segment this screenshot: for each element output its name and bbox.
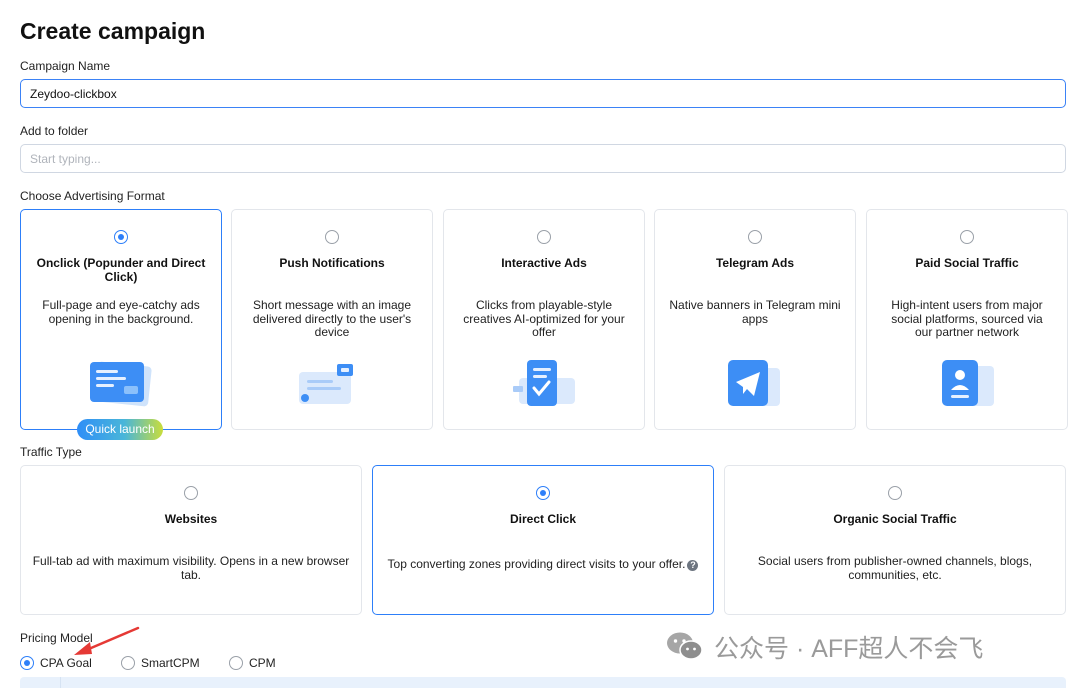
annotation-arrow-icon — [74, 626, 140, 655]
traffic-type-title: Organic Social Traffic — [833, 512, 957, 526]
quick-launch-badge: Quick launch — [77, 419, 163, 440]
pricing-radio-cpa-goal[interactable] — [20, 656, 34, 670]
interactive-checklist-icon — [513, 360, 575, 406]
ad-format-title: Paid Social Traffic — [915, 256, 1019, 270]
ad-format-title: Interactive Ads — [501, 256, 587, 270]
pricing-radio-cpm[interactable] — [229, 656, 243, 670]
ad-format-radio-telegram[interactable] — [748, 230, 762, 244]
social-profile-icon — [942, 360, 994, 406]
traffic-type-title: Direct Click — [509, 512, 577, 526]
ad-format-card-social[interactable]: Paid Social Traffic High-intent users fr… — [866, 209, 1068, 430]
pricing-option-cpm[interactable]: CPM — [229, 655, 289, 671]
traffic-type-description: Full-tab ad with maximum visibility. Ope… — [32, 554, 350, 582]
ad-format-radio-social[interactable] — [960, 230, 974, 244]
traffic-type-radio-direct-click[interactable] — [536, 486, 550, 500]
ad-format-title: Onclick (Popunder and Direct Click) — [36, 256, 206, 284]
ad-format-card-onclick[interactable]: Onclick (Popunder and Direct Click) Full… — [20, 209, 222, 430]
pricing-option-label: CPA Goal — [40, 656, 92, 670]
traffic-type-card-organic-social[interactable]: Organic Social Traffic Social users from… — [724, 465, 1066, 615]
wechat-icon — [667, 632, 703, 660]
ad-format-label: Choose Advertising Format — [20, 189, 165, 203]
traffic-type-description: Social users from publisher-owned channe… — [757, 554, 1033, 582]
ad-format-radio-interactive[interactable] — [537, 230, 551, 244]
ad-format-title: Telegram Ads — [715, 256, 795, 270]
traffic-type-description: Top converting zones providing direct vi… — [387, 557, 686, 571]
telegram-plane-icon — [728, 360, 780, 406]
watermark-text: 公众号 · AFF超人不会飞 — [714, 635, 984, 663]
pricing-radio-smartcpm[interactable] — [121, 656, 135, 670]
watermark: 公众号 · AFF超人不会飞 — [666, 629, 984, 663]
question-circle-icon[interactable]: ? — [687, 560, 699, 571]
ad-format-card-interactive[interactable]: Interactive Ads Clicks from playable-sty… — [443, 209, 645, 430]
ad-format-description: High-intent users from major social plat… — [891, 298, 1043, 339]
ad-format-description: Clicks from playable-style creatives AI-… — [463, 298, 625, 339]
ad-format-description: Native banners in Telegram mini apps — [669, 298, 841, 326]
page-title: Create campaign — [20, 18, 206, 44]
campaign-name-label: Campaign Name — [20, 59, 111, 73]
push-notification-icon — [299, 364, 353, 404]
traffic-type-card-direct-click[interactable]: Direct Click Top converting zones provid… — [372, 465, 714, 615]
traffic-type-radio-websites[interactable] — [184, 486, 198, 500]
pricing-details-panel — [20, 677, 1066, 688]
campaign-name-input[interactable] — [20, 79, 1066, 108]
pricing-option-label: CPM — [249, 656, 276, 670]
traffic-type-card-websites[interactable]: Websites Full-tab ad with maximum visibi… — [20, 465, 362, 615]
traffic-type-label: Traffic Type — [20, 445, 82, 459]
folder-input[interactable] — [20, 144, 1066, 173]
ad-format-radio-push[interactable] — [325, 230, 339, 244]
ad-format-card-push[interactable]: Push Notifications Short message with an… — [231, 209, 433, 430]
ad-format-description: Short message with an image delivered di… — [252, 298, 412, 339]
ad-format-description: Full-page and eye-catchy ads opening in … — [42, 298, 200, 326]
ad-format-title: Push Notifications — [279, 256, 385, 270]
ad-format-card-telegram[interactable]: Telegram Ads Native banners in Telegram … — [654, 209, 856, 430]
traffic-type-radio-organic-social[interactable] — [888, 486, 902, 500]
ad-format-radio-onclick[interactable] — [114, 230, 128, 244]
traffic-type-title: Websites — [164, 512, 218, 526]
pricing-option-label: SmartCPM — [141, 656, 200, 670]
folder-label: Add to folder — [20, 124, 89, 138]
popunder-window-icon — [90, 361, 152, 407]
